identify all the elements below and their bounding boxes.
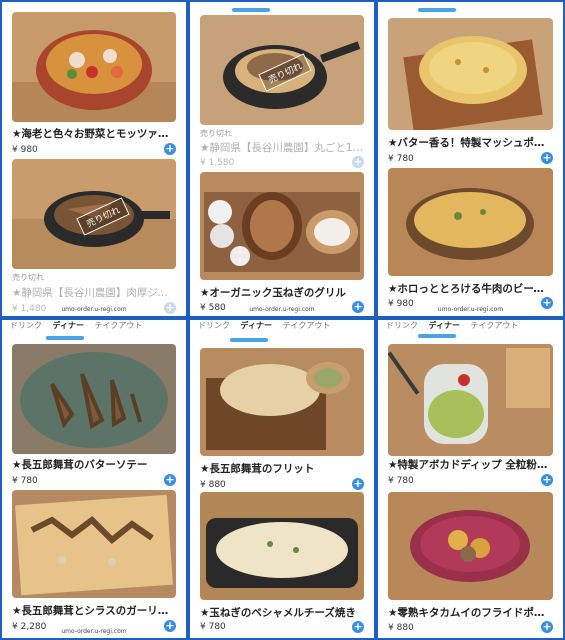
category-tabs: ドリンク ディナー テイクアウト: [378, 320, 563, 332]
category-tabs: ドリンク ディナー テイクアウト: [2, 320, 186, 332]
menu-panel-2: 売り切れ 売り切れ ★静岡県【長谷川農園】丸ごと1… ¥ 1,580 + ★オー…: [190, 2, 374, 316]
item-name[interactable]: ★長五郎舞茸のフリット: [200, 461, 364, 476]
item-name[interactable]: ★零熟キタカムイのフライドポテト: [388, 605, 553, 620]
sold-out-label: 売り切れ: [200, 129, 232, 138]
menu-panel-6: ドリンク ディナー テイクアウト ★特製アボカドディップ 全粒粉ク… ¥ 780…: [378, 320, 563, 638]
item-name[interactable]: ★長五郎舞茸のバターソテー: [12, 457, 176, 472]
food-photo-fried-potato[interactable]: [388, 492, 553, 600]
item-price: ¥ 780: [200, 622, 226, 632]
tab-drink[interactable]: ドリンク: [10, 321, 42, 330]
item-name: ★静岡県【長谷川農園】肉厚ジュ…: [12, 287, 176, 299]
menu-item[interactable]: ★オーガニック玉ねぎのグリル ¥ 580 +: [200, 172, 364, 313]
food-photo-shrimp-ajillo[interactable]: [12, 12, 176, 122]
footer-url: umo-order.u-regi.com: [437, 306, 504, 313]
food-photo-beef-gratin[interactable]: [388, 168, 553, 276]
item-name[interactable]: ★オーガニック玉ねぎのグリル: [200, 285, 364, 300]
food-photo-onion-bechamel-gratin[interactable]: [200, 492, 364, 600]
item-name[interactable]: ★長五郎舞茸とシラスのガーリッ…: [12, 603, 176, 618]
menu-item[interactable]: ★長五郎舞茸のフリット ¥ 880 +: [200, 348, 364, 490]
tab-takeout[interactable]: テイクアウト: [95, 321, 143, 330]
tab-takeout[interactable]: テイクアウト: [283, 321, 331, 330]
add-to-cart-button[interactable]: +: [352, 621, 364, 633]
item-name[interactable]: ★ホロっととろける牛肉のビーフ…: [388, 281, 553, 296]
menu-panel-5: ドリンク ディナー テイクアウト ★長五郎舞茸のフリット ¥ 880 + ★玉ね…: [190, 320, 374, 638]
add-to-cart-button[interactable]: +: [541, 621, 553, 633]
menu-panel-3: ★バター香る！特製マッシュポテ… ¥ 780 + ★ホロっととろける牛肉のビーフ…: [378, 2, 563, 316]
sold-out-label: 売り切れ: [12, 273, 44, 282]
tab-dinner[interactable]: ディナー: [429, 321, 460, 330]
item-name[interactable]: ★玉ねぎのベシャメルチーズ焼き: [200, 605, 364, 620]
add-to-cart-button[interactable]: +: [541, 152, 553, 164]
footer-url: umo-order.u-regi.com: [61, 628, 127, 635]
food-photo-mashed-potato-gratin[interactable]: [388, 18, 553, 130]
tab-drink[interactable]: ドリンク: [198, 321, 230, 330]
add-to-cart-button[interactable]: +: [352, 478, 364, 490]
menu-item[interactable]: ★特製アボカドディップ 全粒粉ク… ¥ 780 +: [388, 344, 553, 489]
menu-item[interactable]: ★長五郎舞茸とシラスのガーリッ… ¥ 2,280 +: [12, 490, 176, 632]
tab-indicator: [230, 338, 268, 342]
item-price: ¥ 780: [388, 476, 414, 486]
tab-indicator: [418, 8, 456, 12]
add-to-cart-button[interactable]: +: [541, 474, 553, 486]
menu-item[interactable]: 売り切れ 売り切れ ★静岡県【長谷川農園】肉厚ジュ… ¥ 1,480 +: [12, 159, 176, 314]
item-price: ¥ 1,580: [200, 158, 235, 168]
item-name[interactable]: ★海老と色々お野菜とモッツァレ…: [12, 126, 176, 141]
food-photo-avocado-dip[interactable]: [388, 344, 553, 456]
item-name: ★静岡県【長谷川農園】丸ごと1…: [200, 142, 364, 154]
item-price: ¥ 880: [200, 480, 226, 490]
food-photo-maitake-butter[interactable]: [12, 344, 176, 454]
menu-item[interactable]: ★零熟キタカムイのフライドポテト ¥ 880 +: [388, 492, 553, 633]
item-name[interactable]: ★バター香る！特製マッシュポテ…: [388, 135, 553, 150]
screenshot-collage: ★海老と色々お野菜とモッツァレ… ¥ 980 + 売り切れ 売り切れ ★静岡県【…: [0, 0, 565, 640]
food-photo-hamburg-skillet[interactable]: 売り切れ: [200, 15, 364, 125]
menu-item[interactable]: ★海老と色々お野菜とモッツァレ… ¥ 980 +: [12, 12, 176, 162]
menu-item[interactable]: ★バター香る！特製マッシュポテ… ¥ 780 +: [388, 18, 553, 164]
menu-item[interactable]: ★玉ねぎのベシャメルチーズ焼き ¥ 780 +: [200, 492, 364, 633]
tab-indicator: [46, 336, 84, 340]
food-photo-maitake-pizza[interactable]: [12, 490, 176, 598]
footer-url: umo-order.u-regi.com: [249, 306, 315, 313]
menu-panel-1: ★海老と色々お野菜とモッツァレ… ¥ 980 + 売り切れ 売り切れ ★静岡県【…: [2, 2, 186, 316]
menu-item[interactable]: 売り切れ 売り切れ ★静岡県【長谷川農園】丸ごと1… ¥ 1,580 +: [200, 15, 364, 168]
menu-item[interactable]: ★ホロっととろける牛肉のビーフ… ¥ 980 +: [388, 168, 553, 309]
tab-drink[interactable]: ドリンク: [386, 321, 418, 330]
menu-panel-4: ドリンク ディナー テイクアウト ★長五郎舞茸のバターソテー ¥ 780 + ★…: [2, 320, 186, 638]
tab-takeout[interactable]: テイクアウト: [471, 321, 519, 330]
food-photo-grilled-onion[interactable]: [200, 172, 364, 280]
tab-dinner[interactable]: ディナー: [53, 321, 84, 330]
add-to-cart-button: +: [352, 155, 364, 168]
add-to-cart-button[interactable]: +: [164, 143, 176, 155]
footer-url: umo-order.u-regi.com: [61, 306, 127, 313]
tab-indicator: [232, 8, 270, 12]
tab-indicator: [418, 334, 456, 338]
menu-item[interactable]: ★長五郎舞茸のバターソテー ¥ 780 +: [12, 344, 176, 489]
item-price: ¥ 780: [388, 154, 414, 164]
category-tabs: ドリンク ディナー テイクアウト: [190, 320, 374, 332]
item-name[interactable]: ★特製アボカドディップ 全粒粉ク…: [388, 457, 553, 472]
food-photo-maitake-fritters[interactable]: [200, 348, 364, 456]
food-photo-skillet-dish[interactable]: 売り切れ: [12, 159, 176, 269]
tab-dinner[interactable]: ディナー: [241, 321, 272, 330]
item-price: ¥ 780: [12, 476, 38, 486]
item-price: ¥ 980: [12, 145, 38, 155]
add-to-cart-button[interactable]: +: [164, 474, 176, 486]
item-price: ¥ 880: [388, 623, 414, 633]
